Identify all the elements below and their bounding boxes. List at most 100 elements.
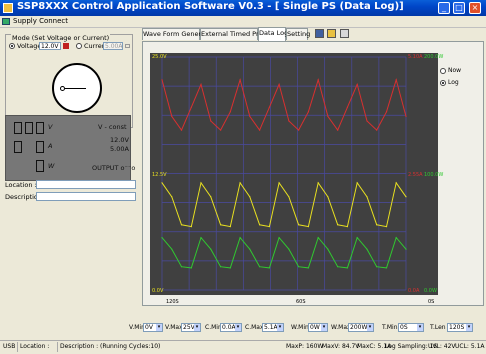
- now-radio[interactable]: [440, 68, 446, 74]
- y-right-power-mid-label: 100.0W: [424, 172, 443, 178]
- t-len-select[interactable]: 120S ▾: [447, 323, 473, 332]
- data-point-voltage: [180, 224, 183, 226]
- status-description: Description : (Running Cycles:10): [60, 343, 161, 350]
- data-point-current: [405, 115, 407, 117]
- data-point-current: [288, 120, 290, 122]
- data-point-voltage: [220, 224, 222, 226]
- now-label: Now: [448, 67, 462, 74]
- data-point-power: [259, 266, 261, 268]
- data-point-current: [337, 129, 339, 131]
- y-left-mid-label: 12.5V: [152, 172, 167, 178]
- data-point-voltage: [366, 196, 368, 198]
- data-point-voltage: [259, 224, 261, 226]
- y-right-current-mid-label: 2.55A: [408, 172, 423, 178]
- data-point-power: [327, 248, 329, 250]
- data-point-current: [395, 79, 397, 81]
- data-point-current: [278, 83, 280, 85]
- status-maxv: MaxV: 84.7V: [322, 343, 360, 350]
- data-point-voltage: [278, 182, 280, 184]
- data-point-current: [190, 106, 192, 108]
- data-point-current: [220, 129, 222, 131]
- w-max-select[interactable]: 200W ▾: [348, 323, 374, 332]
- data-point-voltage: [229, 226, 231, 228]
- t-len-label: T.Len: [430, 324, 446, 331]
- data-point-power: [405, 248, 407, 250]
- data-point-current: [317, 79, 319, 81]
- x-right-label: 0S: [428, 299, 434, 305]
- data-point-voltage: [385, 226, 388, 228]
- data-point-power: [395, 237, 397, 239]
- data-point-voltage: [395, 182, 397, 184]
- log-label: Log: [448, 79, 459, 86]
- data-point-power: [171, 248, 173, 250]
- data-point-current: [385, 111, 388, 113]
- c-max-select[interactable]: 5.1A ▾: [262, 323, 284, 332]
- data-point-current: [161, 79, 163, 81]
- series-power-line: [161, 236, 407, 269]
- status-bar: USB Location : Description : (Running Cy…: [0, 340, 486, 354]
- data-point-voltage: [317, 182, 319, 184]
- data-point-power: [376, 266, 378, 268]
- y-right-power-bottom-label: 0.0W: [424, 288, 437, 294]
- status-ucl: UCL: 5.1A: [455, 343, 485, 350]
- data-point-power: [220, 266, 222, 268]
- data-point-power: [337, 266, 339, 268]
- data-point-current: [346, 106, 348, 108]
- data-point-current: [327, 115, 329, 117]
- data-point-current: [171, 115, 173, 117]
- w-min-select[interactable]: 0W ▾: [308, 323, 328, 332]
- data-point-power: [366, 248, 368, 250]
- v-min-select[interactable]: 0V ▾: [143, 323, 163, 332]
- data-point-current: [249, 115, 251, 117]
- data-point-current: [200, 83, 202, 85]
- y-left-bottom-label: 0.0V: [152, 288, 164, 294]
- t-min-select[interactable]: 0S ▾: [398, 323, 424, 332]
- c-min-select[interactable]: 0.0A ▾: [220, 323, 242, 332]
- data-point-power: [161, 237, 163, 239]
- data-point-voltage: [171, 196, 173, 198]
- data-point-current: [376, 129, 378, 131]
- v-max-select[interactable]: 25V ▾: [181, 323, 201, 332]
- status-uvl: UVL: 42V: [428, 343, 456, 350]
- data-point-voltage: [327, 196, 329, 198]
- data-point-current: [268, 106, 270, 108]
- v-max-label: V.Max: [165, 324, 183, 331]
- x-left-label: 120S: [166, 299, 179, 305]
- w-min-label: W.Min: [291, 324, 309, 331]
- data-point-current: [298, 129, 300, 131]
- data-point-current: [259, 129, 261, 131]
- data-point-power: [385, 267, 388, 269]
- data-point-voltage: [307, 226, 309, 228]
- data-point-voltage: [346, 226, 348, 228]
- data-point-current: [239, 79, 241, 81]
- log-radio[interactable]: [440, 80, 446, 86]
- data-point-voltage: [210, 196, 212, 198]
- data-point-voltage: [239, 182, 241, 184]
- data-point-power: [268, 267, 270, 269]
- data-point-power: [210, 248, 212, 250]
- data-point-voltage: [249, 196, 251, 198]
- data-point-power: [249, 248, 251, 250]
- status-location: Location :: [20, 343, 50, 350]
- data-point-power: [229, 267, 231, 269]
- data-point-power: [317, 237, 319, 239]
- data-point-voltage: [190, 226, 192, 228]
- data-point-voltage: [161, 182, 163, 184]
- data-point-current: [356, 83, 358, 85]
- y-right-power-top-label: 200.0W: [424, 54, 443, 60]
- series-voltage-line: [161, 181, 407, 228]
- data-point-power: [239, 237, 241, 239]
- y-right-current-top-label: 5.10A: [408, 54, 423, 60]
- data-point-power: [278, 237, 280, 239]
- data-point-power: [356, 237, 358, 239]
- status-divider: [57, 342, 58, 352]
- data-point-power: [200, 237, 202, 239]
- c-max-label: C.Max: [245, 324, 264, 331]
- data-point-voltage: [288, 196, 290, 198]
- data-point-voltage: [200, 182, 202, 184]
- status-divider: [17, 342, 18, 352]
- data-point-power: [288, 248, 290, 250]
- y-right-current-bottom-label: 0.0A: [408, 288, 420, 294]
- data-point-voltage: [356, 182, 358, 184]
- data-point-power: [298, 266, 300, 268]
